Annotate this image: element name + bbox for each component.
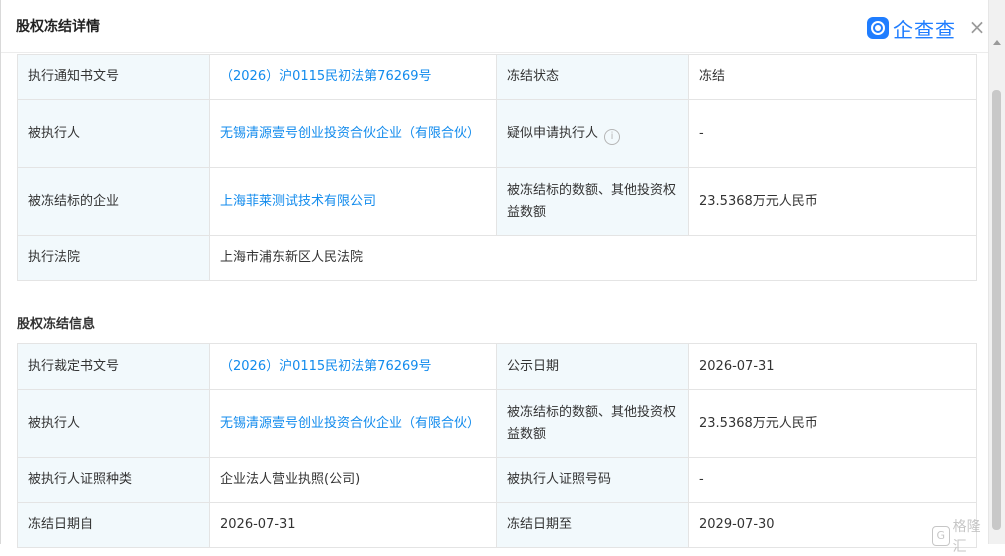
value-publish-date: 2026-07-31 <box>688 343 977 390</box>
frozen-company-link[interactable]: 上海菲莱测试技术有限公司 <box>220 194 376 209</box>
label-ruling-number: 执行裁定书文号 <box>17 343 210 390</box>
qichacha-logo-icon <box>867 17 889 39</box>
table-row: 被执行人证照种类 企业法人营业执照(公司) 被执行人证照号码 - <box>17 457 977 503</box>
section-title-freeze-info: 股权冻结信息 <box>17 317 96 332</box>
scroll-up-icon[interactable] <box>993 40 1001 45</box>
label-executed-person: 被执行人 <box>17 99 210 168</box>
value-executed-person[interactable]: 无锡清源壹号创业投资合伙企业（有限合伙） <box>209 389 497 458</box>
label-freeze-status: 冻结状态 <box>496 54 689 100</box>
label-license-type: 被执行人证照种类 <box>17 457 210 503</box>
label-executed-person: 被执行人 <box>17 389 210 458</box>
close-icon[interactable]: × <box>967 16 987 38</box>
notice-number-link[interactable]: （2026）沪0115民初法第76269号 <box>220 69 432 84</box>
value-court: 上海市浦东新区人民法院 <box>209 235 977 281</box>
table-row: 执行通知书文号 （2026）沪0115民初法第76269号 冻结状态 冻结 <box>17 54 977 100</box>
table-row: 被执行人 无锡清源壹号创业投资合伙企业（有限合伙） 被冻结标的数额、其他投资权益… <box>17 389 977 458</box>
label-publish-date: 公示日期 <box>496 343 689 390</box>
table-row: 执行裁定书文号 （2026）沪0115民初法第76269号 公示日期 2026-… <box>17 343 977 390</box>
scrollbar[interactable] <box>988 0 1005 544</box>
suspected-applicant-text: 疑似申请执行人 <box>507 125 599 141</box>
ruling-number-link[interactable]: （2026）沪0115民初法第76269号 <box>220 359 432 374</box>
label-frozen-company: 被冻结标的企业 <box>17 167 210 236</box>
value-license-type: 企业法人营业执照(公司) <box>209 457 497 503</box>
dialog-header: 股权冻结详情 企查查 × <box>1 0 989 53</box>
label-suspected-applicant: 疑似申请执行人 i <box>496 99 689 168</box>
value-frozen-amount: 23.5368万元人民币 <box>688 389 977 458</box>
freeze-info-table: 执行裁定书文号 （2026）沪0115民初法第76269号 公示日期 2026-… <box>17 343 977 548</box>
table-row: 冻结日期自 2026-07-31 冻结日期至 2029-07-30 <box>17 502 977 548</box>
value-freeze-status: 冻结 <box>688 54 977 100</box>
scrollbar-thumb[interactable] <box>992 90 1001 530</box>
qichacha-logo: 企查查 <box>867 15 956 42</box>
freeze-detail-table: 执行通知书文号 （2026）沪0115民初法第76269号 冻结状态 冻结 被执… <box>17 54 977 281</box>
equity-freeze-dialog: 股权冻结详情 企查查 × 执行通知书文号 （2026）沪0115民初法第7626… <box>0 0 989 555</box>
value-ruling-number[interactable]: （2026）沪0115民初法第76269号 <box>209 343 497 390</box>
label-notice-number: 执行通知书文号 <box>17 54 210 100</box>
executed-person-link[interactable]: 无锡清源壹号创业投资合伙企业（有限合伙） <box>220 126 480 141</box>
value-license-number: - <box>688 457 977 503</box>
value-frozen-amount: 23.5368万元人民币 <box>688 167 977 236</box>
executed-person-link[interactable]: 无锡清源壹号创业投资合伙企业（有限合伙） <box>220 416 480 431</box>
value-frozen-company[interactable]: 上海菲莱测试技术有限公司 <box>209 167 497 236</box>
watermark-text: 格隆汇 <box>952 519 981 555</box>
logo-text: 企查查 <box>893 17 956 42</box>
table-row: 被冻结标的企业 上海菲莱测试技术有限公司 被冻结标的数额、其他投资权益数额 23… <box>17 167 977 236</box>
gelonghui-logo-icon: G <box>932 526 950 546</box>
label-license-number: 被执行人证照号码 <box>496 457 689 503</box>
table-row: 被执行人 无锡清源壹号创业投资合伙企业（有限合伙） 疑似申请执行人 i - <box>17 99 977 168</box>
gelonghui-watermark: G 格隆汇 <box>932 516 989 556</box>
label-frozen-amount: 被冻结标的数额、其他投资权益数额 <box>496 389 689 458</box>
value-executed-person[interactable]: 无锡清源壹号创业投资合伙企业（有限合伙） <box>209 99 497 168</box>
label-freeze-start: 冻结日期自 <box>17 502 210 548</box>
value-notice-number[interactable]: （2026）沪0115民初法第76269号 <box>209 54 497 100</box>
table-row: 执行法院 上海市浦东新区人民法院 <box>17 235 977 281</box>
dialog-title: 股权冻结详情 <box>16 19 100 35</box>
label-freeze-end: 冻结日期至 <box>496 502 689 548</box>
value-freeze-start: 2026-07-31 <box>209 502 497 548</box>
label-court: 执行法院 <box>17 235 210 281</box>
value-suspected-applicant: - <box>688 99 977 168</box>
info-icon[interactable]: i <box>604 128 621 145</box>
label-frozen-amount: 被冻结标的数额、其他投资权益数额 <box>496 167 689 236</box>
